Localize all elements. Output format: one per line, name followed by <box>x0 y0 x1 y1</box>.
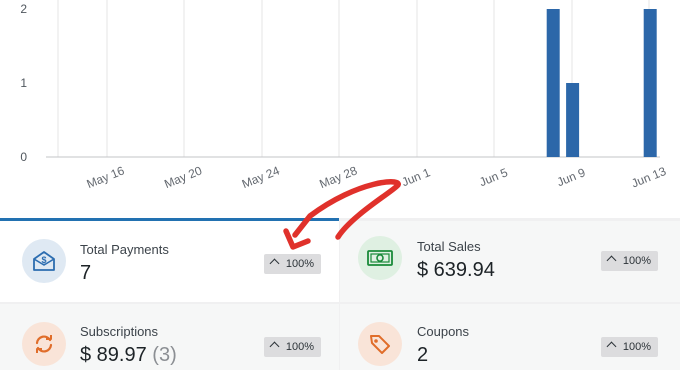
card-coupons[interactable]: Coupons 2 100% <box>340 304 680 370</box>
x-tick-label: May 16 <box>85 163 127 191</box>
chart-bar <box>566 83 580 157</box>
chevron-up-icon <box>606 341 617 352</box>
card-label: Subscriptions <box>80 324 159 339</box>
x-tick-label: Jun 5 <box>477 165 510 189</box>
card-icon-wrap <box>358 236 402 280</box>
x-tick-label: Jun 1 <box>400 165 433 189</box>
change-badge: 100% <box>264 337 321 357</box>
change-badge: 100% <box>264 254 321 274</box>
stats-cards: $ Total Payments 7 100% Total Sales $ 63… <box>0 218 680 370</box>
card-label: Total Payments <box>80 242 169 257</box>
card-subscriptions[interactable]: Subscriptions $ 89.97 (3) 100% <box>0 304 339 370</box>
y-tick-label: 0 <box>20 150 27 164</box>
card-icon-wrap: $ <box>22 239 66 283</box>
x-tick-label: May 20 <box>162 163 204 191</box>
chart-bar <box>546 9 560 157</box>
x-tick-label: May 24 <box>240 163 282 191</box>
cash-bill-icon <box>367 250 393 266</box>
tag-icon <box>370 335 390 354</box>
svg-text:$: $ <box>41 255 46 265</box>
card-icon-wrap <box>22 322 66 366</box>
card-value: 7 <box>80 262 92 284</box>
x-tick-label: Jun 13 <box>629 164 668 191</box>
card-label: Total Sales <box>417 239 481 254</box>
change-badge: 100% <box>601 251 658 271</box>
chart-bar <box>643 9 657 157</box>
card-label: Coupons <box>417 324 470 339</box>
chevron-up-icon <box>269 258 280 269</box>
card-value: $ 89.97 (3) <box>80 344 177 366</box>
subscription-count: (3) <box>152 344 177 366</box>
chevron-up-icon <box>269 341 280 352</box>
card-total-sales[interactable]: Total Sales $ 639.94 100% <box>340 221 680 302</box>
card-value: $ 639.94 <box>417 259 495 281</box>
envelope-dollar-icon: $ <box>33 251 55 271</box>
refresh-arrows-icon <box>35 335 53 353</box>
y-tick-label: 2 <box>20 2 27 16</box>
x-tick-label: Jun 9 <box>555 165 588 189</box>
card-value: 2 <box>417 344 429 366</box>
card-total-payments[interactable]: $ Total Payments 7 100% <box>0 218 339 302</box>
card-icon-wrap <box>358 322 402 366</box>
change-badge: 100% <box>601 337 658 357</box>
chart-svg: 0 1 2 May 16 May 20 May 24 May 28 Jun 1 Jun 5 Jun… <box>20 0 668 191</box>
payments-chart: 0 1 2 May 16 May 20 May 24 May 28 Jun 1 Jun 5 Jun… <box>0 0 680 218</box>
y-tick-label: 1 <box>20 76 27 90</box>
x-tick-label: May 28 <box>317 163 359 191</box>
chevron-up-icon <box>606 255 617 266</box>
